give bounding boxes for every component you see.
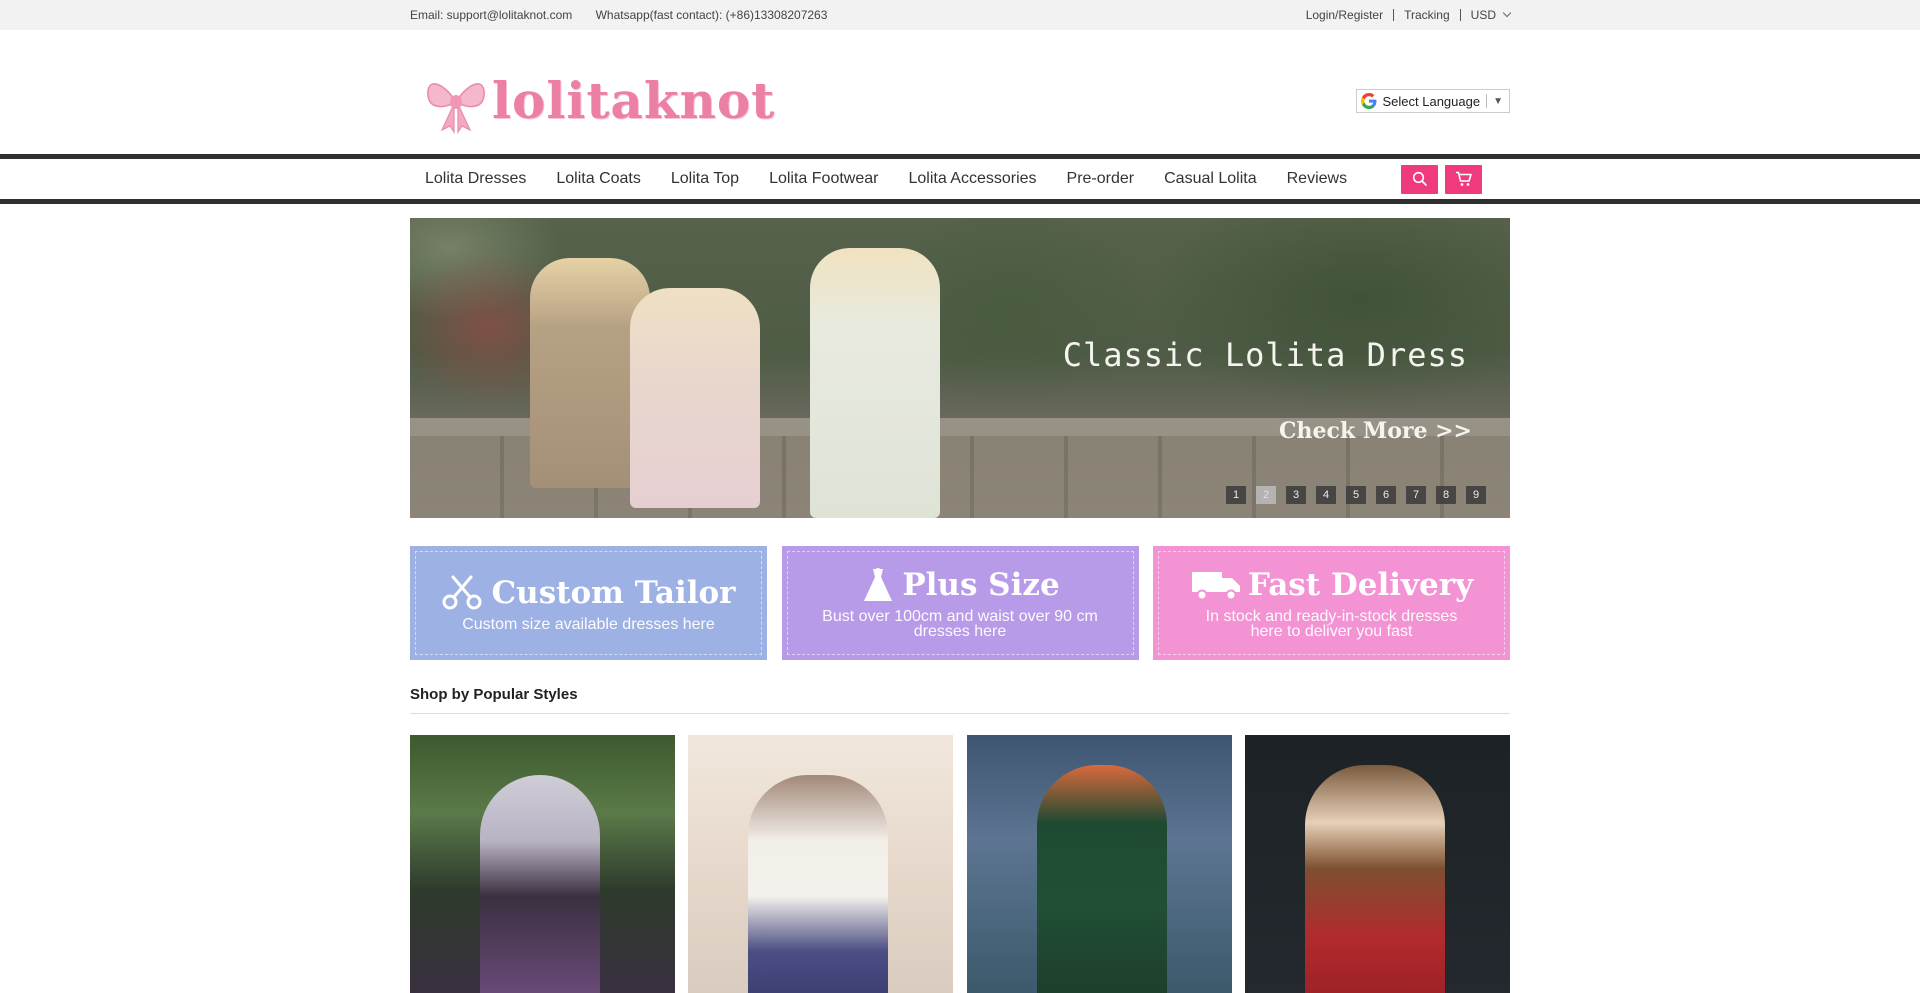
search-icon	[1412, 171, 1427, 186]
search-button[interactable]	[1401, 164, 1438, 194]
tracking-link[interactable]: Tracking	[1404, 8, 1450, 22]
nav-item-reviews[interactable]: Reviews	[1287, 170, 1347, 188]
style-card[interactable]	[966, 735, 1232, 993]
promo-subtitle: In stock and ready-in-stock dresses here…	[1205, 608, 1458, 640]
nav-item-lolita-footwear[interactable]: Lolita Footwear	[769, 170, 878, 188]
whatsapp-contact[interactable]: Whatsapp(fast contact): (+86)13308207263	[596, 8, 828, 22]
logo-text: lolitaknot	[492, 70, 776, 130]
cart-button[interactable]	[1445, 164, 1482, 194]
google-icon	[1360, 93, 1376, 109]
scissors-icon	[442, 575, 482, 609]
slide-dot[interactable]: 4	[1316, 486, 1336, 504]
style-card[interactable]	[688, 735, 954, 993]
popular-styles-section: Shop by Popular Styles	[410, 686, 1510, 993]
language-label: Select Language	[1382, 93, 1481, 109]
promo-custom-tailor[interactable]: Custom Tailor Custom size available dres…	[410, 546, 767, 660]
main-nav: Lolita Dresses Lolita Coats Lolita Top L…	[0, 154, 1920, 204]
promo-title: Plus Size	[860, 567, 1060, 603]
truck-icon	[1191, 572, 1240, 601]
currency-selector[interactable]: USD	[1470, 8, 1512, 22]
banner-cta[interactable]: Check More >>	[1279, 418, 1472, 444]
top-bar: Email: support@lolitaknot.com Whatsapp(f…	[0, 0, 1920, 30]
banner-headline: Classic Lolita Dress	[1062, 336, 1468, 374]
account-links: Login/Register Tracking USD	[1306, 8, 1512, 22]
slider-pagination: 1 2 3 4 5 6 7 8 9	[1216, 486, 1486, 504]
site-header: lolitaknot Select Language ▼	[0, 30, 1920, 154]
slide-dot[interactable]: 8	[1436, 486, 1456, 504]
nav-item-lolita-coats[interactable]: Lolita Coats	[556, 170, 641, 188]
banner-model	[630, 288, 760, 508]
nav-item-lolita-dresses[interactable]: Lolita Dresses	[425, 170, 526, 188]
login-register-link[interactable]: Login/Register	[1306, 8, 1383, 22]
product-grid	[410, 735, 1510, 993]
banner-model	[810, 248, 940, 518]
dress-icon	[864, 568, 893, 601]
divider	[1459, 9, 1461, 21]
dropdown-arrow-icon: ▼	[1493, 95, 1503, 107]
style-card[interactable]	[1244, 735, 1510, 993]
nav-menu: Lolita Dresses Lolita Coats Lolita Top L…	[410, 170, 1394, 188]
divider	[1393, 9, 1395, 21]
slide-dot[interactable]: 6	[1376, 486, 1396, 504]
style-card[interactable]	[410, 735, 675, 993]
promo-title: Fast Delivery	[1190, 567, 1473, 603]
support-email[interactable]: Email: support@lolitaknot.com	[410, 8, 572, 22]
nav-item-pre-order[interactable]: Pre-order	[1067, 170, 1135, 188]
promo-row: Custom Tailor Custom size available dres…	[410, 546, 1510, 660]
nav-item-lolita-accessories[interactable]: Lolita Accessories	[908, 170, 1036, 188]
slide-dot[interactable]: 5	[1346, 486, 1366, 504]
hero-banner[interactable]: Classic Lolita Dress Check More >> 1 2 3…	[410, 218, 1510, 518]
slide-dot[interactable]: 3	[1286, 486, 1306, 504]
site-logo[interactable]: lolitaknot	[422, 70, 775, 134]
cart-icon	[1455, 171, 1472, 186]
promo-subtitle: Bust over 100cm and waist over 90 cm dre…	[822, 608, 1098, 640]
divider	[1486, 94, 1488, 108]
currency-label: USD	[1470, 8, 1496, 22]
promo-subtitle: Custom size available dresses here	[462, 615, 715, 633]
slide-dot[interactable]: 9	[1466, 486, 1486, 504]
promo-title: Custom Tailor	[441, 575, 736, 611]
contact-info: Email: support@lolitaknot.com Whatsapp(f…	[410, 8, 847, 22]
nav-item-lolita-top[interactable]: Lolita Top	[671, 170, 739, 188]
slide-dot-active[interactable]: 2	[1256, 486, 1276, 504]
promo-fast-delivery[interactable]: Fast Delivery In stock and ready-in-stoc…	[1153, 546, 1510, 660]
section-title: Shop by Popular Styles	[410, 686, 1510, 714]
chevron-down-icon	[1502, 8, 1512, 18]
nav-item-casual-lolita[interactable]: Casual Lolita	[1164, 170, 1257, 188]
bow-icon	[422, 70, 490, 134]
slide-dot[interactable]: 7	[1406, 486, 1426, 504]
language-selector[interactable]: Select Language ▼	[1355, 89, 1510, 113]
promo-plus-size[interactable]: Plus Size Bust over 100cm and waist over…	[781, 546, 1139, 660]
slide-dot[interactable]: 1	[1226, 486, 1246, 504]
nav-actions	[1394, 164, 1482, 194]
